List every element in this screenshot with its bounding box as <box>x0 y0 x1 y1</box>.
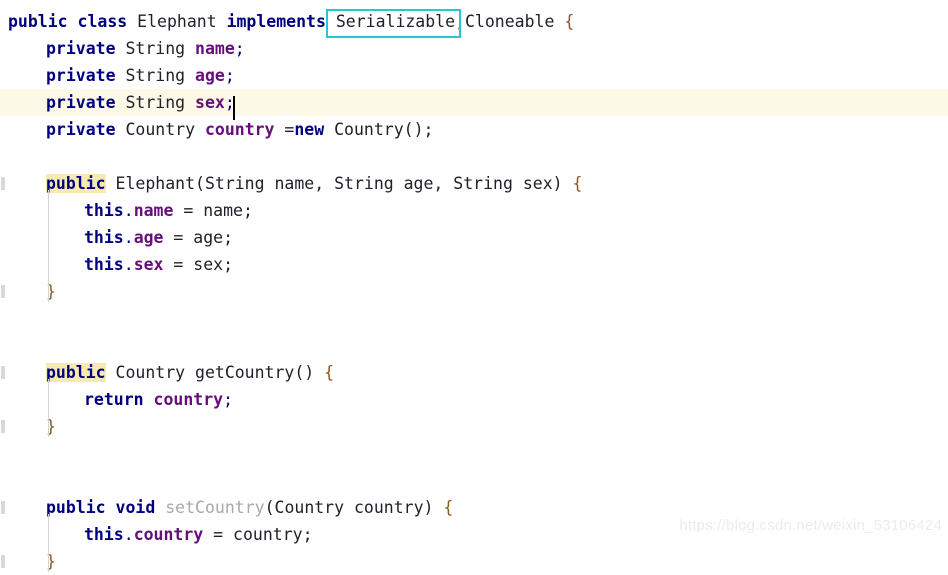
code-token: = sex; <box>163 255 234 274</box>
code-line[interactable] <box>0 305 948 332</box>
code-token: . <box>123 255 134 274</box>
code-token: sex <box>195 93 225 112</box>
code-token: { <box>324 363 335 382</box>
code-token: public <box>8 12 68 31</box>
code-token: this <box>84 255 124 274</box>
code-line[interactable]: return country; <box>0 386 948 413</box>
code-token: private <box>46 93 116 112</box>
code-token: . <box>123 201 134 220</box>
code-line-text: private String sex; <box>0 89 235 116</box>
code-editor[interactable]: public class Elephant implements Seriali… <box>0 0 948 572</box>
code-line-text: this.country = country; <box>0 521 313 548</box>
text-caret <box>233 96 235 120</box>
code-token: name <box>195 39 235 58</box>
code-token: name <box>133 201 174 220</box>
code-token: . <box>123 228 134 247</box>
code-token: country <box>204 120 275 139</box>
code-token: = name; <box>173 201 253 220</box>
code-line-current[interactable]: private String sex; <box>0 89 948 116</box>
code-line[interactable]: private String age; <box>0 62 948 89</box>
code-line[interactable] <box>0 440 948 467</box>
code-token: age <box>133 228 164 247</box>
code-token: Country(); <box>324 120 434 139</box>
code-token: ; <box>223 390 234 409</box>
code-token: Serializable,Cloneable <box>325 12 565 31</box>
code-line[interactable]: } <box>0 413 948 440</box>
code-token: public <box>46 498 106 517</box>
code-token: ; <box>224 66 235 85</box>
code-token: Country <box>115 120 205 139</box>
code-line-text: public void setCountry(Country country) … <box>0 494 453 521</box>
code-token: = country; <box>203 525 313 544</box>
code-token: this <box>84 201 124 220</box>
code-token: String <box>115 93 196 112</box>
code-token: String <box>115 66 196 85</box>
code-token: setCountry <box>165 498 265 517</box>
code-token: implements <box>226 12 326 31</box>
code-token: this <box>84 228 124 247</box>
code-token: ; <box>234 39 245 58</box>
watermark-url: https://blog.csdn.net/weixin_53106424 <box>679 517 942 534</box>
code-line[interactable] <box>0 332 948 359</box>
code-line[interactable]: public Country getCountry() { <box>0 359 948 386</box>
code-token: private <box>46 39 116 58</box>
code-line[interactable]: this.age = age; <box>0 224 948 251</box>
code-line-text: this.name = name; <box>0 197 253 224</box>
code-line-text: public class Elephant implements Seriali… <box>0 8 574 35</box>
code-line[interactable]: this.name = name; <box>0 197 948 224</box>
code-line[interactable]: private Country country =new Country(); <box>0 116 948 143</box>
indent-guide <box>48 379 49 437</box>
code-line-text: private String name; <box>0 35 245 62</box>
code-token: Country getCountry() <box>105 363 325 382</box>
code-token: public <box>46 363 106 382</box>
code-line[interactable] <box>0 467 948 494</box>
code-line-text: return country; <box>0 386 233 413</box>
code-token: (Country country) <box>264 498 444 517</box>
code-line-text: this.sex = sex; <box>0 251 233 278</box>
code-token: String <box>115 39 196 58</box>
code-line-text: public Elephant(String name, String age,… <box>0 170 582 197</box>
code-token: { <box>564 12 575 31</box>
code-token: private <box>46 120 116 139</box>
code-token: = <box>274 120 295 139</box>
code-line[interactable]: } <box>0 278 948 305</box>
code-line[interactable]: private String name; <box>0 35 948 62</box>
code-token: Elephant(String name, String age, String… <box>105 174 573 193</box>
code-line-text: this.age = age; <box>0 224 233 251</box>
code-line-text: private String age; <box>0 62 235 89</box>
code-token: return <box>84 390 144 409</box>
code-token: sex <box>133 255 164 274</box>
code-line-text: private Country country =new Country(); <box>0 116 433 143</box>
code-token: void <box>115 498 156 517</box>
code-token: { <box>572 174 583 193</box>
code-line[interactable]: public class Elephant implements Seriali… <box>0 8 948 35</box>
code-line[interactable]: } <box>0 548 948 575</box>
indent-guide <box>48 514 49 572</box>
code-token: { <box>443 498 454 517</box>
code-token: private <box>46 66 116 85</box>
code-token: this <box>84 525 124 544</box>
code-token: country <box>133 525 204 544</box>
code-line[interactable]: public Elephant(String name, String age,… <box>0 170 948 197</box>
indent-guide <box>48 190 49 302</box>
code-token: Elephant <box>127 12 227 31</box>
code-line-text: public Country getCountry() { <box>0 359 334 386</box>
code-token: country <box>153 390 224 409</box>
code-line[interactable] <box>0 143 948 170</box>
code-token: age <box>195 66 225 85</box>
code-line[interactable]: this.sex = sex; <box>0 251 948 278</box>
code-token: public <box>46 174 106 193</box>
code-token: new <box>294 120 325 139</box>
code-token: . <box>123 525 134 544</box>
code-token: = age; <box>163 228 234 247</box>
code-token: class <box>77 12 128 31</box>
